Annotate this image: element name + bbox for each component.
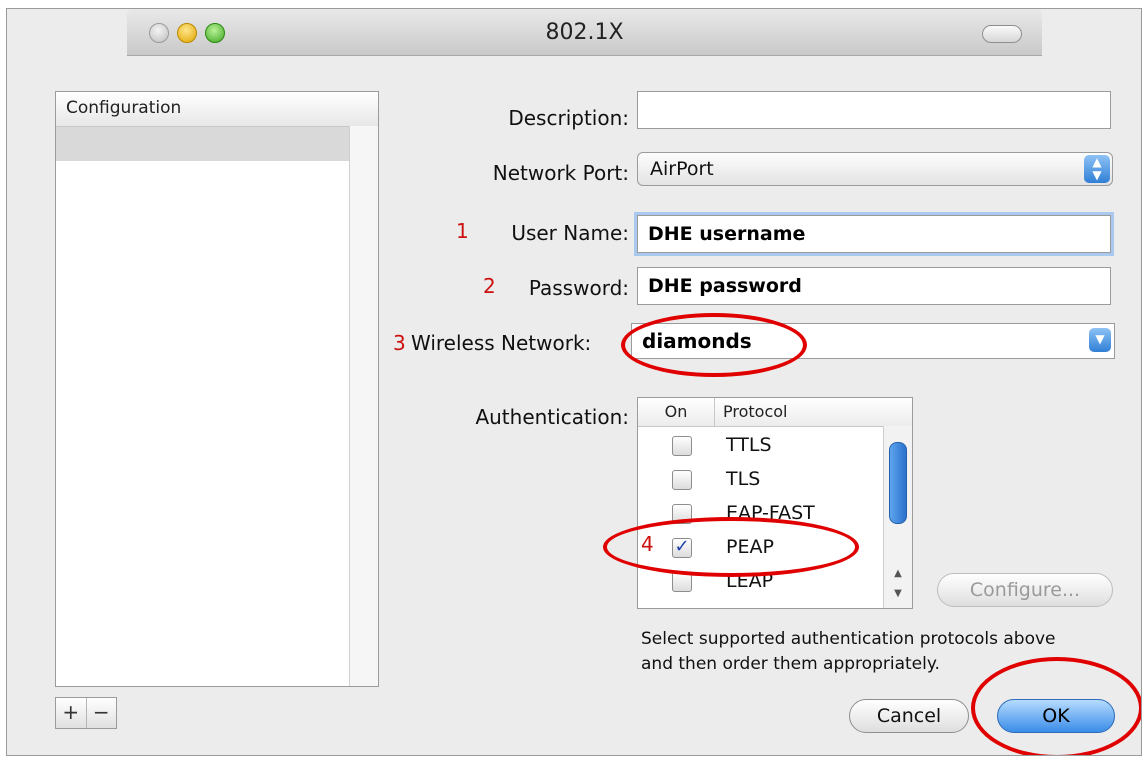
annotation-circle-peap	[603, 517, 859, 577]
scrollbar-thumb[interactable]	[889, 442, 907, 524]
remove-configuration-button[interactable]: −	[85, 698, 117, 728]
dialog-802-1x: 802.1X Configuration + − Description: Ne…	[6, 8, 1142, 756]
toolbar-toggle-button[interactable]	[982, 25, 1022, 43]
scroll-up-arrow-icon[interactable]: ▲	[884, 568, 912, 586]
protocol-table-header: On Protocol	[638, 398, 912, 427]
protocol-row-tls[interactable]: TLS	[638, 464, 882, 498]
password-label: Password:	[528, 276, 629, 300]
column-on[interactable]: On	[638, 398, 715, 426]
configuration-list[interactable]: Configuration	[55, 91, 379, 687]
protocol-checkbox[interactable]	[672, 470, 692, 490]
authentication-label: Authentication:	[475, 405, 629, 429]
scroll-down-arrow-icon[interactable]: ▼	[884, 588, 912, 606]
protocol-name: TTLS	[726, 434, 772, 456]
cancel-button[interactable]: Cancel	[849, 699, 969, 733]
add-remove-control: + −	[55, 697, 117, 729]
help-text: Select supported authentication protocol…	[641, 627, 1056, 677]
protocol-scrollbar[interactable]: ▲ ▼	[883, 426, 912, 608]
configuration-scrollbar[interactable]	[349, 126, 378, 686]
configuration-selected-row[interactable]	[56, 127, 378, 161]
column-protocol[interactable]: Protocol	[715, 398, 787, 426]
annotation-circle-ok	[971, 657, 1141, 755]
help-text-line-1: Select supported authentication protocol…	[641, 629, 1056, 649]
configure-button[interactable]: Configure...	[937, 573, 1113, 607]
protocol-name: TLS	[726, 468, 761, 490]
user-name-label: User Name:	[511, 221, 629, 245]
add-configuration-button[interactable]: +	[56, 698, 86, 728]
wireless-network-label: Wireless Network:	[411, 331, 592, 355]
description-label: Description:	[508, 106, 629, 130]
protocol-row-ttls[interactable]: TTLS	[638, 430, 882, 464]
description-field[interactable]	[637, 91, 1111, 129]
network-port-popup[interactable]: AirPort ▲ ▼	[637, 152, 1113, 186]
configuration-header: Configuration	[56, 92, 378, 127]
protocol-checkbox[interactable]	[672, 436, 692, 456]
annotation-marker-2: 2	[483, 274, 496, 298]
popup-arrows-icon: ▲ ▼	[1084, 155, 1110, 183]
annotation-marker-3: 3	[393, 331, 406, 355]
user-name-field[interactable]: DHE username	[637, 215, 1111, 253]
network-port-value: AirPort	[650, 158, 714, 180]
protocol-table[interactable]: On Protocol TTLS TLS EAP-FAST ✓ PEAP LEA…	[637, 397, 913, 609]
title-bar[interactable]: 802.1X	[127, 9, 1042, 56]
annotation-marker-1: 1	[456, 219, 469, 243]
window-title: 802.1X	[545, 20, 624, 45]
network-port-label: Network Port:	[492, 161, 629, 185]
dropdown-arrow-icon[interactable]: ▼	[1089, 328, 1111, 352]
password-field[interactable]: DHE password	[637, 267, 1111, 305]
annotation-circle-wireless-network	[621, 313, 807, 377]
